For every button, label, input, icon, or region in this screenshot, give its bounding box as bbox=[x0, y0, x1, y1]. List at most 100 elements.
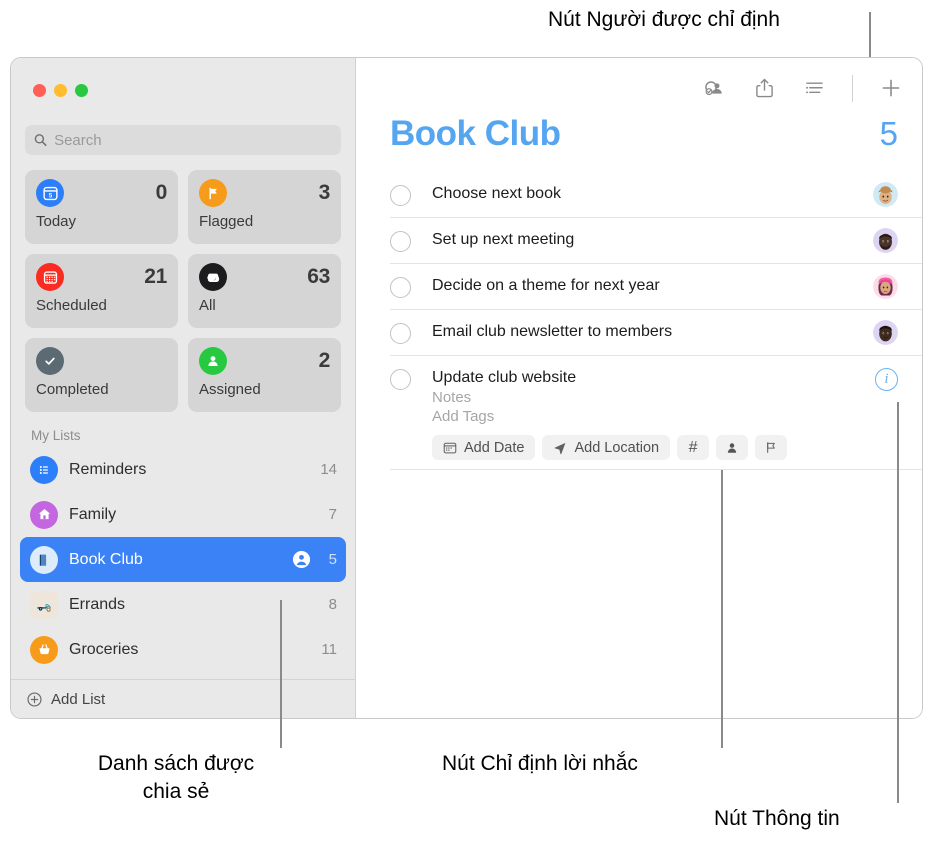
sidebar-item-book-club[interactable]: Book Club 5 bbox=[20, 537, 346, 582]
scheduled-calendar-icon bbox=[36, 263, 64, 291]
house-icon bbox=[30, 500, 58, 529]
smart-list-grid: 5 0 Today 3 Flagged 21 Scheduled 63 All … bbox=[11, 155, 355, 412]
smart-list-assigned[interactable]: 2 Assigned bbox=[188, 338, 341, 412]
person-icon bbox=[199, 347, 227, 375]
complete-checkbox[interactable] bbox=[390, 185, 411, 206]
reminder-row[interactable]: Decide on a theme for next year bbox=[390, 264, 922, 310]
reminder-title: Update club website bbox=[432, 369, 577, 386]
reminder-detail-actions: Add Date Add Location # bbox=[432, 427, 875, 469]
my-lists-container: Reminders 14 Family 7 Book Club 5 Errand… bbox=[11, 447, 355, 679]
book-icon bbox=[30, 545, 58, 574]
person-fill-icon bbox=[727, 442, 737, 453]
close-window-button[interactable] bbox=[33, 84, 46, 97]
add-reminder-button[interactable] bbox=[878, 75, 904, 101]
callout-shared-list: Danh sách được chia sẻ bbox=[97, 752, 255, 804]
main-content-pane: Book Club 5 Choose next book Set up next… bbox=[356, 58, 922, 718]
add-location-label: Add Location bbox=[574, 439, 660, 456]
assignee-avatar[interactable] bbox=[873, 228, 898, 253]
add-location-button[interactable]: Add Location bbox=[542, 435, 671, 460]
assignee-avatar[interactable] bbox=[873, 320, 898, 345]
reminder-body: Choose next book bbox=[432, 172, 873, 216]
minimize-window-button[interactable] bbox=[54, 84, 67, 97]
complete-checkbox[interactable] bbox=[390, 369, 411, 390]
smart-list-all[interactable]: 63 All bbox=[188, 254, 341, 328]
truck-icon bbox=[30, 590, 58, 619]
reminder-body: Decide on a theme for next year bbox=[432, 264, 873, 308]
search-input[interactable] bbox=[54, 131, 332, 149]
reminder-body: Email club newsletter to members bbox=[432, 310, 873, 354]
sidebar-item-count: 11 bbox=[321, 641, 337, 658]
assign-reminder-button[interactable] bbox=[716, 435, 749, 460]
reminder-title: Choose next book bbox=[432, 185, 561, 202]
my-lists-header: My Lists bbox=[31, 428, 81, 443]
shared-list-indicator-icon[interactable] bbox=[292, 550, 311, 569]
info-button[interactable]: i bbox=[875, 368, 898, 391]
notes-field[interactable]: Notes bbox=[432, 389, 875, 408]
assignee-avatar[interactable] bbox=[873, 182, 898, 207]
smart-list-today[interactable]: 5 0 Today bbox=[25, 170, 178, 244]
smart-list-scheduled[interactable]: 21 Scheduled bbox=[25, 254, 178, 328]
reminder-title: Set up next meeting bbox=[432, 231, 575, 248]
assignee-button[interactable] bbox=[701, 75, 727, 101]
leader-line-info bbox=[897, 402, 899, 803]
assignee-avatar[interactable] bbox=[873, 274, 898, 299]
smart-list-label: Scheduled bbox=[36, 297, 107, 314]
svg-text:5: 5 bbox=[48, 193, 52, 199]
sidebar-item-reminders[interactable]: Reminders 14 bbox=[20, 447, 346, 492]
smart-list-label: Completed bbox=[36, 381, 109, 398]
search-field[interactable] bbox=[25, 125, 341, 155]
complete-checkbox[interactable] bbox=[390, 277, 411, 298]
smart-list-count: 3 bbox=[318, 181, 331, 204]
flag-button[interactable] bbox=[755, 435, 788, 460]
list-bullet-icon bbox=[30, 455, 58, 484]
reminder-body: Update club website Notes Add Tags Add D… bbox=[432, 356, 875, 469]
callout-info-button: Nút Thông tin bbox=[714, 807, 840, 830]
sidebar-item-family[interactable]: Family 7 bbox=[20, 492, 346, 537]
add-tags-field[interactable]: Add Tags bbox=[432, 408, 875, 427]
page-title: Book Club bbox=[390, 114, 561, 153]
reminder-row[interactable]: Choose next book bbox=[390, 172, 922, 218]
sidebar-item-count: 8 bbox=[328, 596, 337, 613]
reminder-row[interactable]: Email club newsletter to members bbox=[390, 310, 922, 356]
reminder-title: Email club newsletter to members bbox=[432, 323, 673, 340]
add-date-button[interactable]: Add Date bbox=[432, 435, 536, 460]
smart-list-completed[interactable]: Completed bbox=[25, 338, 178, 412]
smart-list-count: 0 bbox=[155, 181, 168, 204]
smart-list-label: Assigned bbox=[199, 381, 261, 398]
list-title-count: 5 bbox=[879, 115, 898, 152]
complete-checkbox[interactable] bbox=[390, 231, 411, 252]
add-list-button[interactable]: Add List bbox=[11, 679, 355, 718]
flag-icon bbox=[199, 179, 227, 207]
zoom-window-button[interactable] bbox=[75, 84, 88, 97]
location-arrow-icon bbox=[555, 442, 566, 454]
today-calendar-icon: 5 bbox=[36, 179, 64, 207]
reminder-row[interactable]: Set up next meeting bbox=[390, 218, 922, 264]
smart-list-label: All bbox=[199, 297, 216, 314]
list-options-button[interactable] bbox=[801, 75, 827, 101]
reminder-row-expanded[interactable]: Update club website Notes Add Tags Add D… bbox=[390, 356, 922, 470]
smart-list-count: 63 bbox=[307, 265, 330, 288]
sidebar-item-errands[interactable]: Errands 8 bbox=[20, 582, 346, 627]
window-traffic-lights bbox=[11, 58, 355, 106]
reminder-body: Set up next meeting bbox=[432, 218, 873, 262]
sidebar-item-groceries[interactable]: Groceries 11 bbox=[20, 627, 346, 672]
sidebar-item-label: Groceries bbox=[69, 640, 139, 658]
share-button[interactable] bbox=[751, 75, 777, 101]
basket-icon bbox=[30, 635, 58, 664]
add-list-label: Add List bbox=[51, 690, 106, 708]
add-tag-button[interactable]: # bbox=[677, 435, 710, 460]
smart-list-label: Flagged bbox=[199, 213, 254, 230]
list-title-row: Book Club 5 bbox=[356, 114, 922, 154]
callout-assignee-button: Nút Người được chỉ định bbox=[548, 8, 780, 31]
smart-list-flagged[interactable]: 3 Flagged bbox=[188, 170, 341, 244]
inbox-tray-icon bbox=[199, 263, 227, 291]
smart-list-label: Today bbox=[36, 213, 77, 230]
callout-assign-reminder-button: Nút Chỉ định lời nhắc bbox=[442, 752, 638, 775]
sidebar-item-label: Reminders bbox=[69, 460, 147, 478]
complete-checkbox[interactable] bbox=[390, 323, 411, 344]
add-date-label: Add Date bbox=[464, 439, 525, 456]
reminder-title: Decide on a theme for next year bbox=[432, 277, 660, 294]
toolbar bbox=[356, 58, 922, 118]
hash-tag-icon: # bbox=[688, 438, 698, 456]
smart-list-count: 21 bbox=[144, 265, 167, 288]
